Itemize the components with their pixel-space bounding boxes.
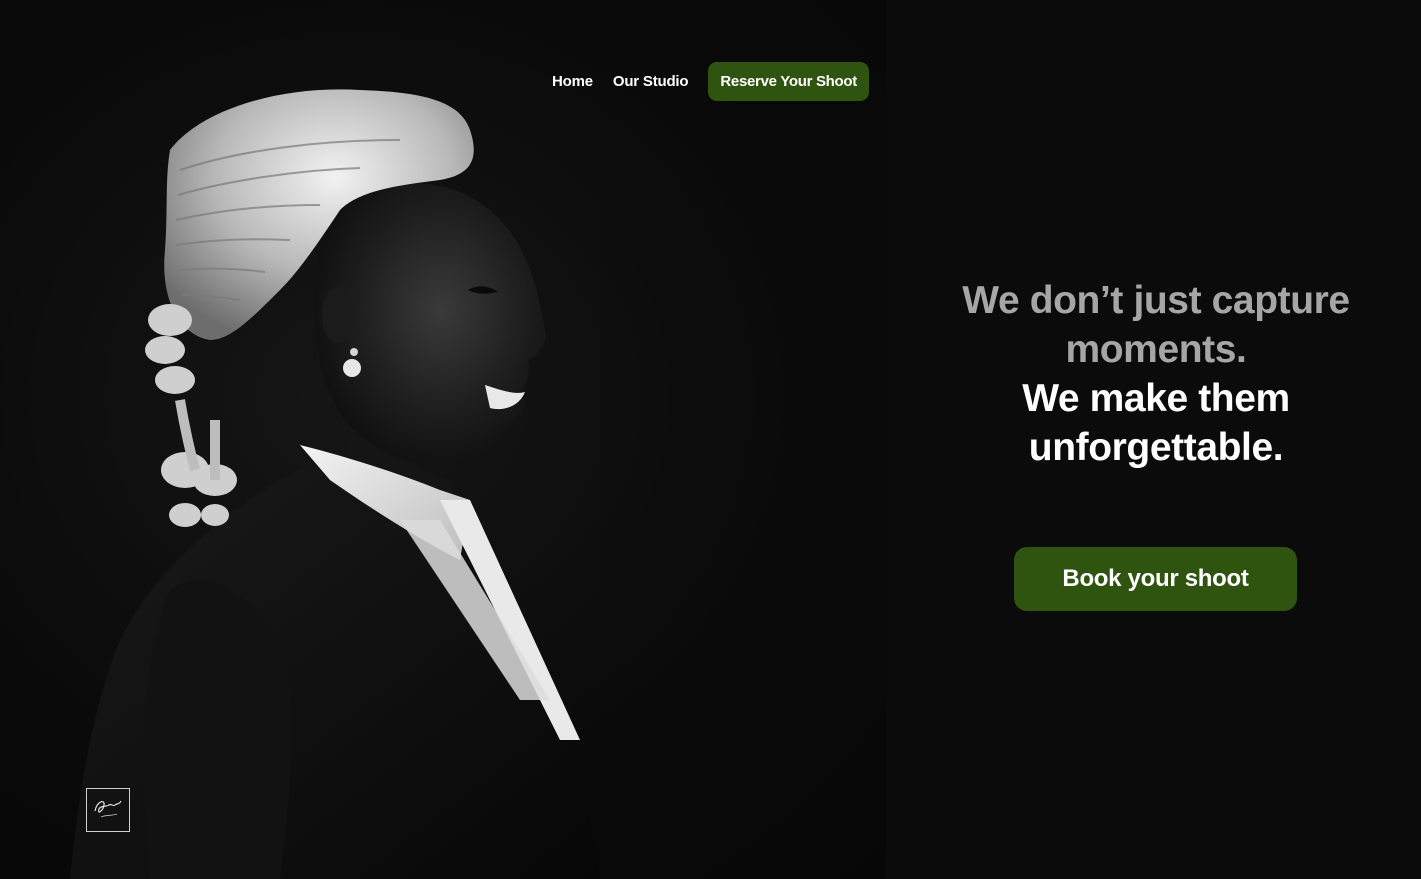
landing-page: Home Our Studio Reserve Your Shoot We do… — [0, 0, 1421, 879]
hero-portrait-image — [0, 0, 886, 879]
signature-logo-icon[interactable] — [86, 788, 130, 832]
book-your-shoot-button[interactable]: Book your shoot — [1014, 547, 1297, 611]
nav-home-link[interactable]: Home — [552, 69, 593, 94]
nav-our-studio-link[interactable]: Our Studio — [613, 69, 689, 94]
top-navigation: Home Our Studio Reserve Your Shoot — [542, 62, 869, 101]
hero-headline: We don’t just capture moments. We make t… — [906, 276, 1406, 472]
reserve-your-shoot-button[interactable]: Reserve Your Shoot — [708, 62, 869, 101]
headline-line-1: We don’t just capture moments. — [962, 279, 1350, 371]
headline-line-2: We make them unforgettable. — [1022, 377, 1290, 469]
